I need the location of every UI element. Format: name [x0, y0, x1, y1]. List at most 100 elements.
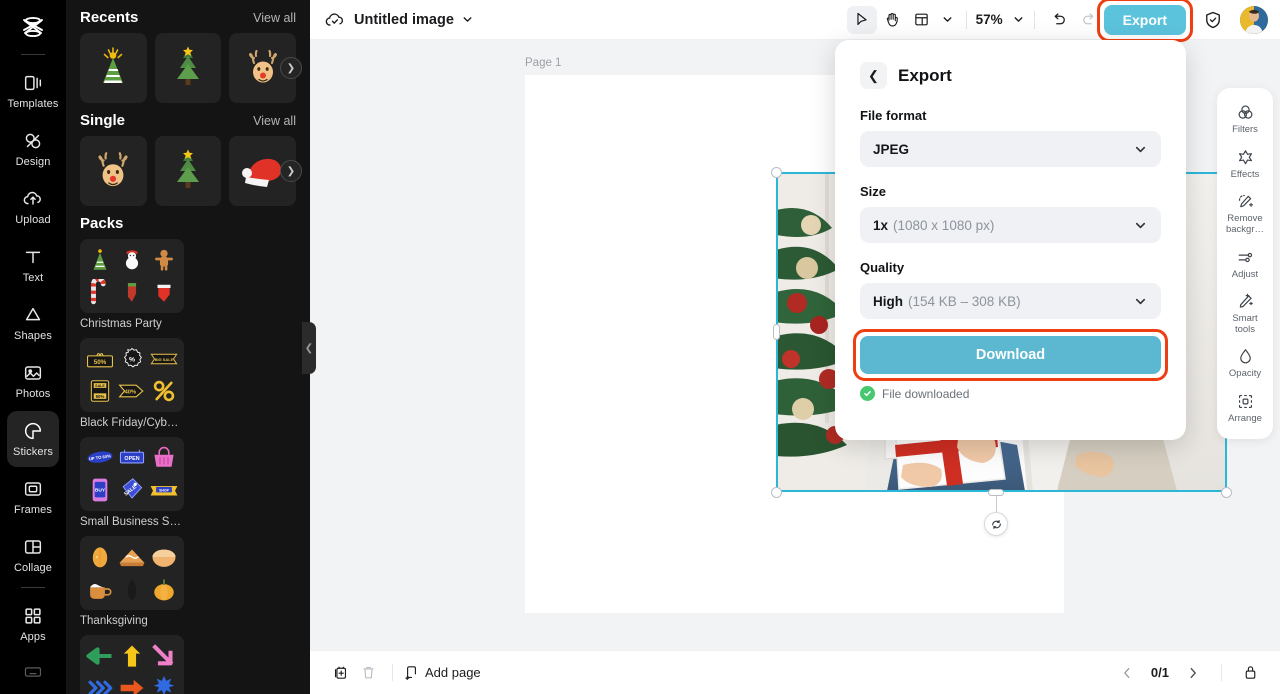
right-tool-rail: Filters Effects Remove backgr… Adjust Sm…: [1217, 88, 1273, 439]
tool-label: Smart tools: [1232, 313, 1258, 335]
chevron-down-icon[interactable]: [1012, 13, 1025, 26]
duplicate-page-button[interactable]: [326, 659, 354, 687]
sidebar-item-frames[interactable]: Frames: [7, 469, 59, 525]
sidebar-item-label: Stickers: [13, 446, 53, 458]
pack-christmas-party[interactable]: Christmas Party: [80, 239, 184, 330]
sidebar-item-upload[interactable]: Upload: [7, 179, 59, 235]
bottom-toolbar: Add page 0/1: [310, 650, 1280, 694]
tool-opacity[interactable]: Opacity: [1219, 342, 1271, 385]
sticker-christmas-tree[interactable]: [154, 33, 222, 103]
export-button[interactable]: Export: [1103, 4, 1186, 35]
user-avatar[interactable]: [1240, 5, 1268, 34]
redo-button[interactable]: [1074, 6, 1104, 34]
sidebar-item-label: Design: [15, 156, 51, 168]
tool-filters[interactable]: Filters: [1219, 98, 1271, 141]
prev-page-button[interactable]: [1113, 659, 1141, 687]
tool-smart-tools[interactable]: Smart tools: [1219, 287, 1271, 340]
rotate-handle[interactable]: [984, 512, 1008, 536]
quality-select[interactable]: High (154 KB – 308 KB): [860, 283, 1161, 319]
arrange-icon: [1238, 394, 1252, 409]
sticker-reindeer[interactable]: [80, 136, 147, 206]
sticker-christmas-tree[interactable]: [154, 136, 222, 206]
pack-black-friday[interactable]: 50% % BIG SALE SALE 50% 40% Black Friday/…: [80, 338, 184, 429]
tool-label: Adjust: [1231, 268, 1259, 280]
redo-icon: [1082, 12, 1094, 24]
download-button[interactable]: Download: [860, 336, 1161, 374]
export-page-button[interactable]: [1236, 659, 1264, 687]
resize-handle-bottom[interactable]: [988, 489, 1004, 496]
svg-text:BUY: BUY: [95, 488, 106, 494]
pack-preview: [80, 635, 184, 694]
pack-label: Christmas Party: [80, 318, 162, 330]
pack-label: Small Business Saturd…: [80, 516, 184, 528]
sidebar-item-label: Collage: [13, 562, 52, 574]
view-all-single[interactable]: View all: [253, 114, 296, 128]
tool-remove-background[interactable]: Remove backgr…: [1219, 187, 1271, 240]
tool-arrange[interactable]: Arrange: [1219, 387, 1271, 430]
sidebar-item-collage[interactable]: Collage: [7, 527, 59, 583]
tool-adjust[interactable]: Adjust: [1219, 243, 1271, 286]
chevron-right-icon[interactable]: ❯: [280, 160, 302, 182]
chevron-down-icon[interactable]: [461, 13, 474, 26]
sticker-party-hat[interactable]: [80, 33, 147, 103]
sidebar-item-label: Photos: [15, 388, 51, 400]
view-all-recents[interactable]: View all: [253, 11, 296, 25]
pack-label: Thanksgiving: [80, 615, 148, 627]
resize-handle-top-left[interactable]: [771, 167, 782, 178]
capcut-logo[interactable]: [13, 8, 53, 48]
chevron-right-icon[interactable]: ❯: [280, 57, 302, 79]
file-format-value: JPEG: [873, 141, 910, 157]
chevron-down-icon: [1135, 146, 1146, 152]
add-page-icon: [405, 666, 416, 681]
section-title: Recents: [80, 9, 139, 26]
smart-tools-icon: [1239, 293, 1253, 308]
resize-handle-left[interactable]: [773, 324, 780, 340]
add-page-button[interactable]: Add page: [403, 664, 481, 681]
pack-shape-iv[interactable]: Shape IV: [80, 635, 184, 694]
resize-handle-bottom-left[interactable]: [771, 487, 782, 498]
file-format-select[interactable]: JPEG: [860, 131, 1161, 167]
svg-text:SHOP: SHOP: [159, 489, 170, 493]
sidebar-item-shapes[interactable]: Shapes: [7, 295, 59, 351]
pack-thanksgiving[interactable]: Thanksgiving: [80, 536, 184, 627]
keyboard-icon[interactable]: [23, 662, 43, 682]
svg-text:BIG SALE: BIG SALE: [155, 357, 174, 362]
chevron-right-icon: [1190, 667, 1196, 678]
resize-handle-bottom-right[interactable]: [1221, 487, 1232, 498]
quality-value: High: [873, 293, 903, 309]
next-page-button[interactable]: [1179, 659, 1207, 687]
quality-label: Quality: [860, 260, 905, 275]
cursor-tool-button[interactable]: [846, 5, 877, 34]
page-label: Page 1: [525, 57, 562, 69]
left-nav-rail: Templates Design Upload Text Shapes Phot…: [0, 0, 66, 694]
chevron-down-icon: [1135, 298, 1146, 304]
pack-label: Black Friday/Cyber M…: [80, 417, 184, 429]
undo-icon: [1054, 12, 1065, 24]
delete-page-button[interactable]: [354, 659, 382, 687]
chevron-down-icon[interactable]: [941, 13, 954, 26]
sidebar-item-apps[interactable]: Apps: [7, 596, 59, 652]
shield-check-icon[interactable]: [1198, 5, 1228, 35]
sidebar-item-text[interactable]: Text: [7, 237, 59, 293]
cursor-icon: [857, 12, 867, 26]
back-button[interactable]: ❮: [860, 62, 887, 89]
download-status: File downloaded: [860, 386, 1161, 401]
svg-text:%: %: [129, 356, 135, 363]
sidebar-item-photos[interactable]: Photos: [7, 353, 59, 409]
opacity-icon: [1239, 349, 1251, 364]
sidebar-item-label: Text: [22, 272, 44, 284]
document-title[interactable]: Untitled image: [354, 12, 454, 28]
svg-text:50%: 50%: [93, 359, 106, 366]
pack-small-business-saturday[interactable]: UP TO 60% OPEN BUY SALE SHOP Small Busin…: [80, 437, 184, 528]
size-select[interactable]: 1x (1080 x 1080 px): [860, 207, 1161, 243]
sidebar-item-templates[interactable]: Templates: [7, 63, 59, 119]
sidebar-item-design[interactable]: Design: [7, 121, 59, 177]
chevron-left-icon[interactable]: ❮: [302, 322, 316, 374]
tool-effects[interactable]: Effects: [1219, 143, 1271, 186]
hand-tool-button[interactable]: [877, 6, 907, 34]
undo-button[interactable]: [1044, 6, 1074, 34]
size-value: 1x: [873, 217, 889, 233]
layout-tool-button[interactable]: [907, 6, 937, 34]
sidebar-item-stickers[interactable]: Stickers: [7, 411, 59, 467]
tool-label: Filters: [1232, 124, 1258, 135]
